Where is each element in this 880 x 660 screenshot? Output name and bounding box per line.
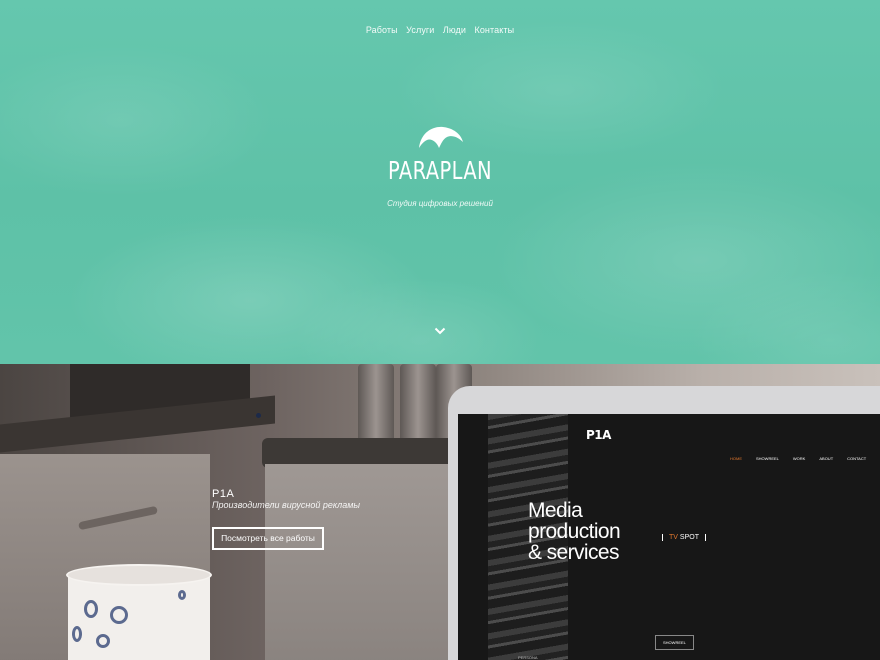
nav-item-contacts[interactable]: Контакты <box>474 25 514 35</box>
paraglider-logo-icon[interactable] <box>417 124 465 150</box>
screen-nav: HOME SHOWREEL WORK ABOUT CONTACT <box>730 447 880 465</box>
screen-headline-line: Media <box>528 499 583 522</box>
screen-headline: Media production & services <box>528 499 621 564</box>
laptop-camera <box>256 413 261 418</box>
screen-showreel-button: SHOWREEL <box>655 635 694 650</box>
screen-logo: P1A <box>586 428 611 442</box>
screen-nav-showreel: SHOWREEL <box>756 456 779 461</box>
nav-item-services[interactable]: Услуги <box>406 25 434 35</box>
screen-headline-line: production <box>528 520 621 543</box>
tagline: Студия цифровых решений <box>387 199 493 208</box>
project-title: P1A <box>212 488 235 500</box>
screen-headline-line: & services <box>528 541 619 564</box>
screen-nav-home: HOME <box>730 456 742 461</box>
screen-nav-about: ABOUT <box>819 456 834 461</box>
nav-item-people[interactable]: Люди <box>443 25 466 35</box>
screen-bottom-text: PERSONA <box>518 655 538 660</box>
screen-nav-work: WORK <box>792 456 806 461</box>
laptop-screen: P1A HOME SHOWREEL WORK ABOUT CONTACT Media p… <box>458 414 880 660</box>
hero-section: Работы Услуги Люди Контакты PARAPLAN Сту… <box>0 0 880 364</box>
screen-spot-label: SPOT <box>679 534 699 541</box>
screen-nav-contact: CONTACT <box>847 456 867 461</box>
main-nav: Работы Услуги Люди Контакты <box>0 20 880 38</box>
screen-tv-spot: TV SPOT <box>662 534 706 541</box>
nav-item-works[interactable]: Работы <box>366 25 398 35</box>
mug-dot <box>178 590 186 600</box>
project-section: P1A HOME SHOWREEL WORK ABOUT CONTACT Media p… <box>0 364 880 660</box>
mug-dot <box>84 600 98 618</box>
screen-tv-label: TV <box>669 534 678 541</box>
kitchen-canister <box>358 364 394 448</box>
mug-dot <box>72 626 82 642</box>
kitchen-canister <box>400 364 436 448</box>
mug-dot <box>96 634 110 648</box>
brand-name: PARAPLAN <box>387 156 493 185</box>
view-all-works-button[interactable]: Посмотреть все работы <box>212 527 324 550</box>
project-subtitle: Производители вирусной рекламы <box>212 500 360 510</box>
chevron-down-icon[interactable] <box>434 327 446 335</box>
mug-rim <box>66 564 212 586</box>
mug-dot <box>110 606 128 624</box>
